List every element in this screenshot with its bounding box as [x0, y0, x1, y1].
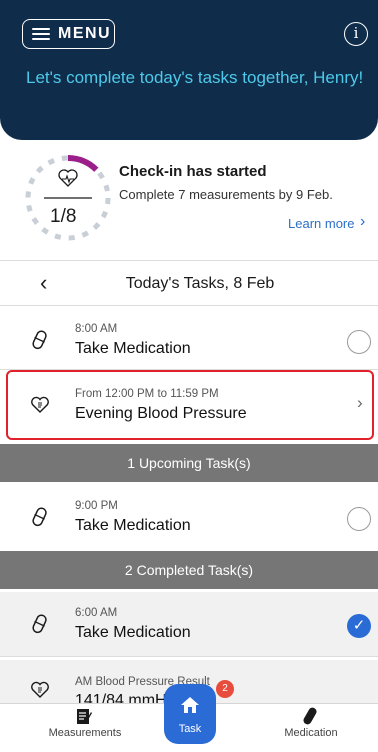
- task-label: Take Medication: [75, 624, 191, 641]
- task-checkbox[interactable]: [347, 330, 371, 354]
- task-checkbox[interactable]: [347, 507, 371, 531]
- checkin-title: Check-in has started: [119, 163, 267, 180]
- nav-medication[interactable]: Medication: [266, 705, 356, 739]
- chevron-right-icon[interactable]: ›: [360, 213, 365, 231]
- heart-icon: [31, 681, 49, 698]
- menu-label: MENU: [58, 25, 112, 42]
- upcoming-section-header: 1 Upcoming Task(s): [0, 444, 378, 482]
- highlight-frame: [6, 370, 374, 440]
- nav-measurements-label: Measurements: [48, 727, 122, 739]
- task-label: Take Medication: [75, 517, 191, 534]
- hamburger-icon: [32, 27, 50, 41]
- task-label: Take Medication: [75, 340, 191, 357]
- nav-measurements[interactable]: Measurements: [40, 705, 130, 739]
- task-time: 6:00 AM: [75, 607, 118, 619]
- progress-fraction: 1/8: [50, 206, 77, 227]
- checkin-subtitle: Complete 7 measurements by 9 Feb.: [119, 187, 333, 202]
- greeting-text: Let's complete today's tasks together, H…: [26, 68, 364, 87]
- pill-icon: [32, 614, 47, 634]
- home-icon: [181, 697, 199, 713]
- pill-icon: [32, 330, 47, 350]
- nav-medication-label: Medication: [284, 727, 338, 739]
- divider: [0, 305, 378, 306]
- pill-icon: [32, 507, 47, 527]
- task-count-badge: 2: [216, 680, 234, 698]
- notepad-icon: [77, 709, 92, 724]
- task-row-take-medication-upcoming[interactable]: 9:00 PM Take Medication: [0, 485, 378, 549]
- task-time: 9:00 PM: [75, 500, 118, 512]
- progress-ring: [25, 155, 111, 241]
- completed-check-icon[interactable]: ✓: [347, 614, 371, 638]
- info-icon[interactable]: i: [344, 22, 368, 46]
- date-title: Today's Tasks, 8 Feb: [125, 275, 275, 292]
- nav-task-label: Task: [178, 723, 202, 735]
- task-time: 8:00 AM: [75, 323, 118, 335]
- task-row-take-medication[interactable]: 8:00 AM Take Medication: [0, 308, 378, 372]
- heart-monitor-icon: [58, 169, 78, 187]
- task-fab[interactable]: Task: [164, 684, 216, 744]
- completed-section-header: 2 Completed Task(s): [0, 551, 378, 589]
- menu-button[interactable]: MENU: [22, 19, 115, 49]
- learn-more-link[interactable]: Learn more: [288, 216, 354, 231]
- pill-icon: [303, 707, 317, 725]
- task-row-take-medication-completed[interactable]: 6:00 AM Take Medication ✓: [0, 592, 378, 656]
- divider: [0, 656, 378, 657]
- divider: [0, 260, 378, 261]
